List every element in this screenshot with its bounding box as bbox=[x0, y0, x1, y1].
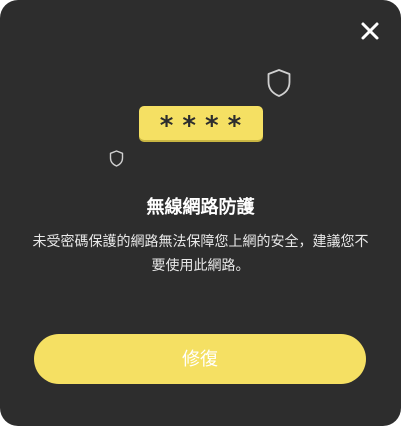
close-button[interactable] bbox=[356, 17, 384, 45]
dialog-title: 無線網路防護 bbox=[146, 197, 255, 218]
password-mask: **** bbox=[158, 111, 250, 141]
password-illustration: **** bbox=[139, 106, 263, 141]
dialog-description: 未受密碼保護的網路無法保障您上網的安全，建議您不要使用此網路。 bbox=[32, 234, 369, 274]
shield-icon bbox=[109, 150, 124, 167]
wifi-protection-dialog: **** 無線網路防護 未受密碼保護的網路無法保障您上網的安全，建議您不要使用此… bbox=[0, 0, 401, 426]
shield-icon bbox=[267, 69, 291, 97]
fix-button[interactable]: 修復 bbox=[34, 334, 366, 384]
close-icon[interactable] bbox=[356, 17, 384, 45]
